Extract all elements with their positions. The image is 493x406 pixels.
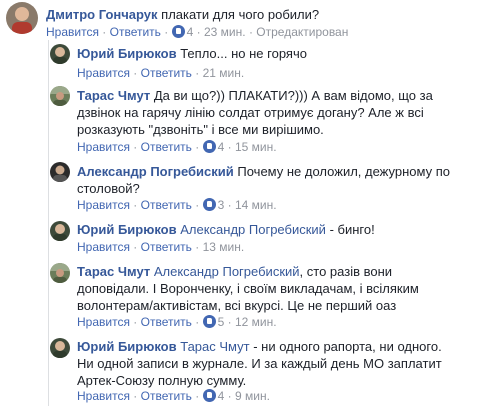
like-icon[interactable] bbox=[171, 25, 185, 38]
reply-link[interactable]: Ответить bbox=[141, 315, 192, 329]
like-count[interactable]: 4 bbox=[187, 25, 194, 39]
like-link[interactable]: Нравится bbox=[77, 315, 130, 329]
like-count[interactable]: 4 bbox=[218, 140, 225, 154]
like-count[interactable]: 3 bbox=[218, 198, 225, 212]
avatar[interactable] bbox=[50, 162, 70, 182]
reply-link[interactable]: Ответить bbox=[141, 140, 192, 154]
like-count[interactable]: 5 bbox=[218, 315, 225, 329]
reply-thread-line bbox=[48, 40, 49, 406]
reply-link[interactable]: Ответить bbox=[141, 198, 192, 212]
comment-actions: Нравится · Ответить · 4 · 23 мин. · Отре… bbox=[46, 25, 349, 39]
comment-text-line: - ни одного рапорта, ни одного. bbox=[253, 339, 442, 354]
comment-author[interactable]: Тарас Чмут bbox=[77, 264, 150, 279]
reply-link[interactable]: Ответить bbox=[141, 389, 192, 403]
comment-text-line: Да ви що?)) ПЛАКАТИ?))) А вам відомо, що… bbox=[153, 88, 433, 103]
like-count[interactable]: 4 bbox=[218, 389, 225, 403]
comment-text-line: Почему не доложил, дежурному по bbox=[237, 164, 450, 179]
reply-link[interactable]: Ответить bbox=[110, 25, 161, 39]
comment-text-line: , сто разів вони bbox=[299, 264, 393, 279]
edited-label[interactable]: Отредактирован bbox=[256, 25, 348, 39]
like-link[interactable]: Нравится bbox=[77, 240, 130, 254]
comment-actions: Нравится · Ответить · 21 мин. bbox=[77, 66, 245, 80]
avatar-photo-icon bbox=[50, 162, 70, 182]
reply-link[interactable]: Ответить bbox=[141, 240, 192, 254]
like-link[interactable]: Нравится bbox=[77, 198, 130, 212]
comment-author[interactable]: Юрий Бирюков bbox=[77, 339, 177, 354]
timestamp[interactable]: 12 мин. bbox=[235, 315, 277, 329]
avatar[interactable] bbox=[50, 263, 70, 283]
avatar-photo-icon bbox=[50, 263, 70, 283]
avatar[interactable] bbox=[50, 338, 70, 358]
avatar[interactable] bbox=[6, 2, 38, 34]
avatar-photo-icon bbox=[6, 2, 38, 34]
like-link[interactable]: Нравится bbox=[77, 140, 130, 154]
comment-author[interactable]: Юрий Бирюков bbox=[77, 46, 177, 61]
comment-text: плакати для чого робили? bbox=[161, 7, 320, 22]
like-link[interactable]: Нравится bbox=[46, 25, 99, 39]
avatar-photo-icon bbox=[50, 221, 70, 241]
mention-link[interactable]: Александр Погребиский bbox=[154, 264, 300, 279]
comment-text-line: волонтерам/активістам, всі вкурсі. Це не… bbox=[77, 298, 397, 313]
timestamp[interactable]: 13 мин. bbox=[203, 240, 245, 254]
avatar-photo-icon bbox=[50, 86, 70, 106]
comment-text-line: дзвінок на гарячу лінію солдат отримує д… bbox=[77, 105, 424, 120]
like-icon[interactable] bbox=[202, 198, 216, 211]
comment-text-line: розказують "дзвоніть" і все ми вирішимо. bbox=[77, 122, 324, 137]
like-icon[interactable] bbox=[202, 140, 216, 153]
timestamp[interactable]: 14 мин. bbox=[235, 198, 277, 212]
timestamp[interactable]: 15 мин. bbox=[235, 140, 277, 154]
comment-author[interactable]: Тарас Чмут bbox=[77, 88, 150, 103]
avatar[interactable] bbox=[50, 44, 70, 64]
like-link[interactable]: Нравится bbox=[77, 389, 130, 403]
comment-actions: Нравится · Ответить · 4 · 9 мин. bbox=[77, 389, 270, 403]
avatar-photo-icon bbox=[50, 44, 70, 64]
like-link[interactable]: Нравится bbox=[77, 66, 130, 80]
comment-actions: Нравится · Ответить · 3 · 14 мин. bbox=[77, 198, 277, 212]
comment-text-line: доповідали. І Воронченку, і своїм виклад… bbox=[77, 281, 419, 296]
timestamp[interactable]: 9 мин. bbox=[235, 389, 270, 403]
like-icon[interactable] bbox=[202, 315, 216, 328]
comment-author[interactable]: Юрий Бирюков bbox=[77, 222, 177, 237]
timestamp[interactable]: 23 мин. bbox=[204, 25, 246, 39]
comment-actions: Нравится · Ответить · 5 · 12 мин. bbox=[77, 315, 277, 329]
mention-link[interactable]: Тарас Чмут bbox=[180, 339, 249, 354]
reply-link[interactable]: Ответить bbox=[141, 66, 192, 80]
comment-text: Тепло... но не горячо bbox=[180, 46, 307, 61]
comment-text-line: Артек-Союзу полную сумму. bbox=[77, 373, 247, 388]
mention-link[interactable]: Александр Погребиский bbox=[180, 222, 326, 237]
comment-text-line: столовой? bbox=[77, 181, 140, 196]
comment-author[interactable]: Александр Погребиский bbox=[77, 164, 234, 179]
comment-actions: Нравится · Ответить · 4 · 15 мин. bbox=[77, 140, 277, 154]
avatar[interactable] bbox=[50, 86, 70, 106]
avatar[interactable] bbox=[50, 221, 70, 241]
like-icon[interactable] bbox=[202, 389, 216, 402]
avatar-photo-icon bbox=[50, 338, 70, 358]
timestamp[interactable]: 21 мин. bbox=[203, 66, 245, 80]
comment-actions: Нравится · Ответить · 13 мин. bbox=[77, 240, 245, 254]
comment-text-line: Ни одной записи в журнале. И за каждый д… bbox=[77, 356, 442, 371]
comment-author[interactable]: Дмитро Гончарук bbox=[46, 7, 158, 22]
comment-text: - бинго! bbox=[329, 222, 375, 237]
